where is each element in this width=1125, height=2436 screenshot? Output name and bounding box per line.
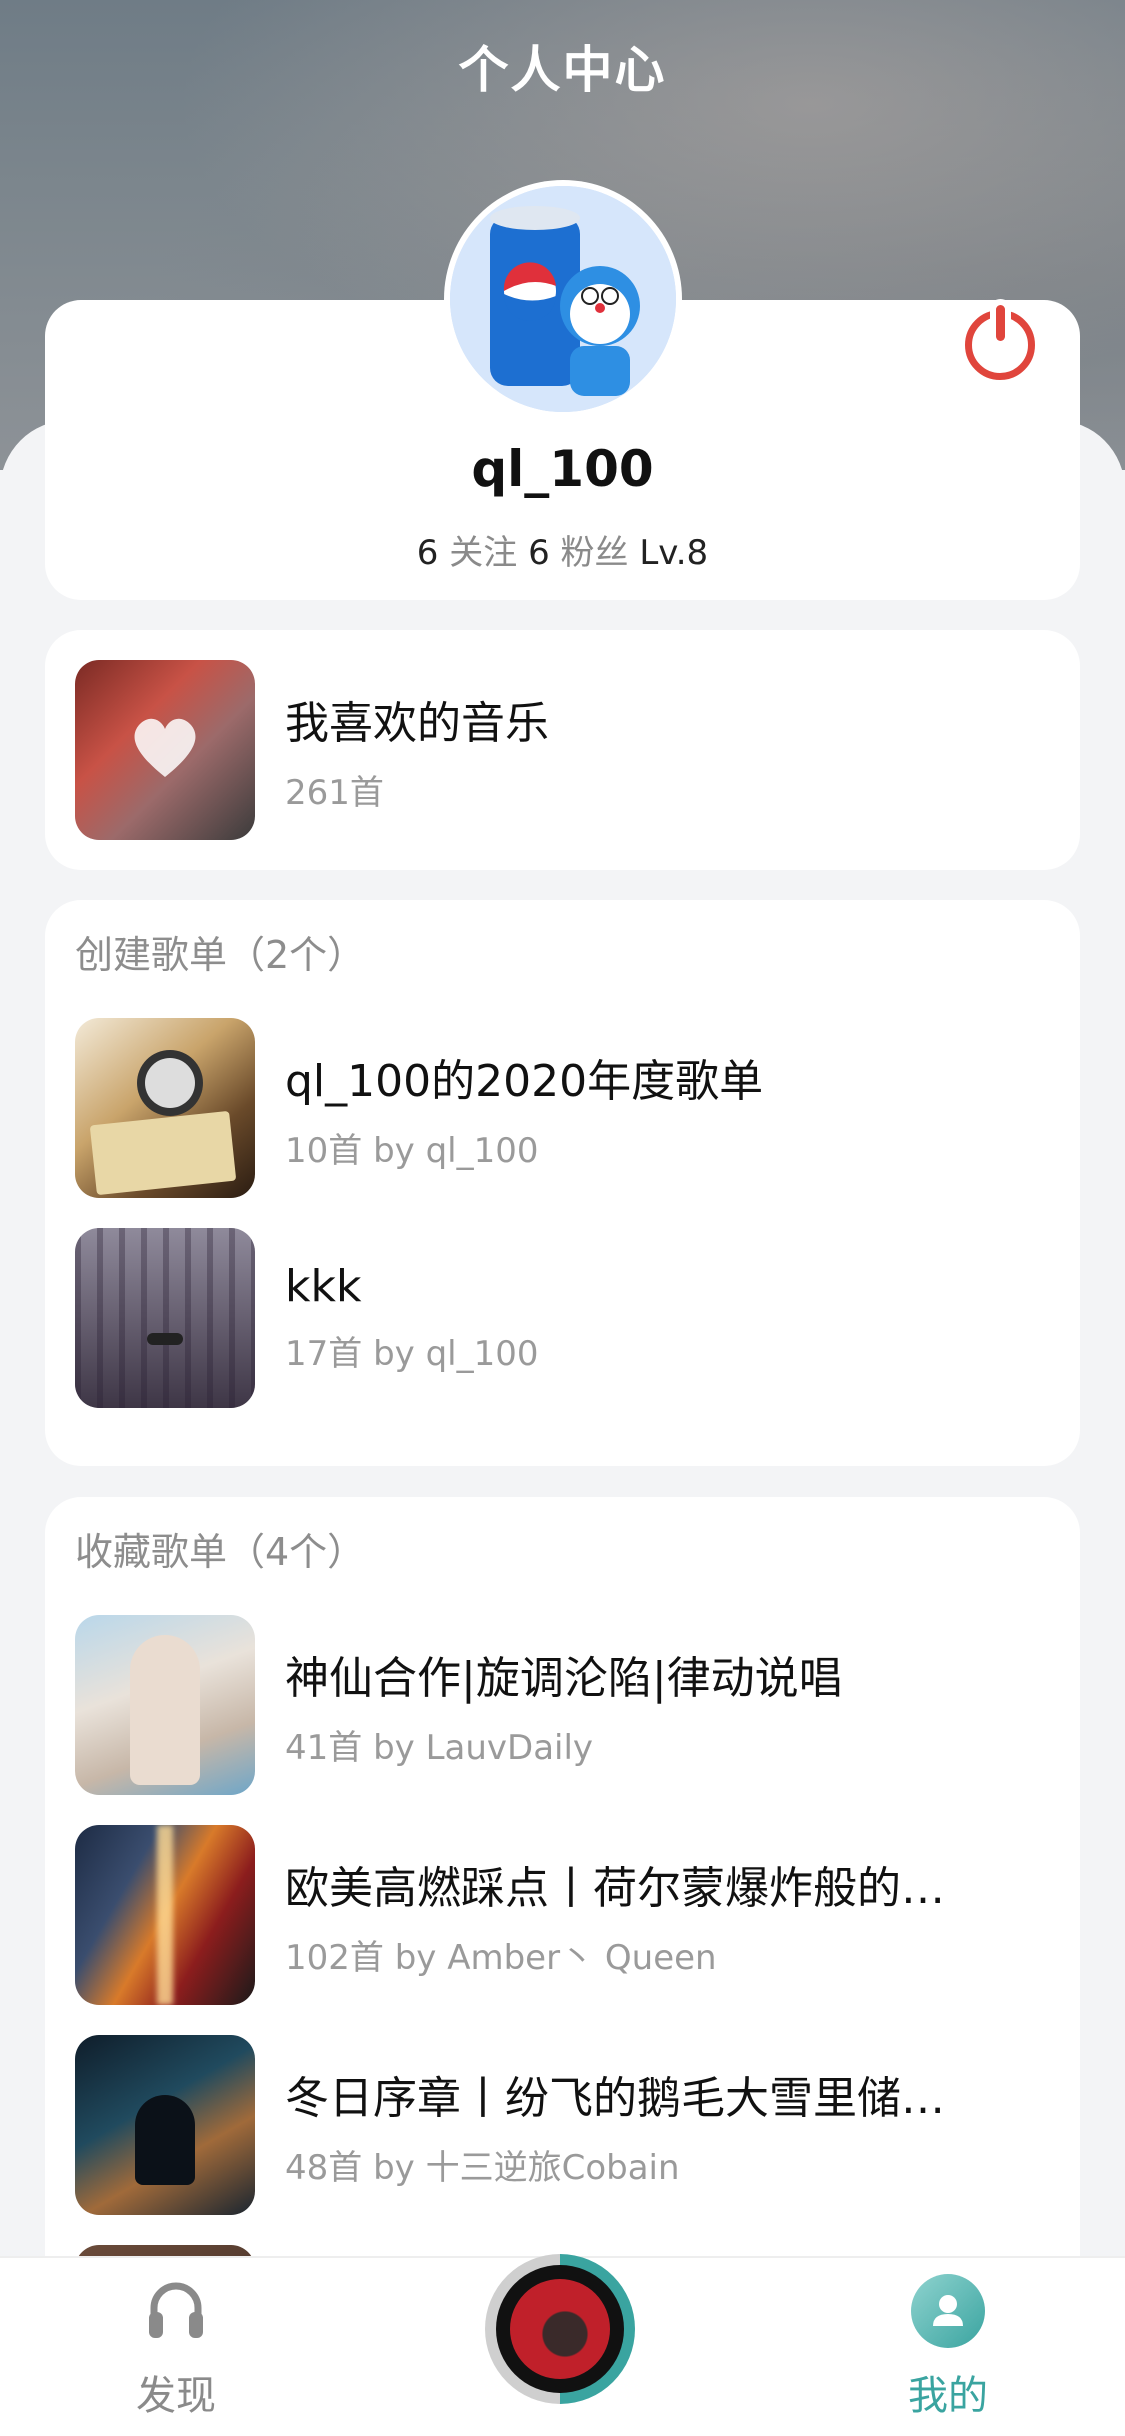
list-item[interactable]: 神仙合作|旋调沦陷|律动说唱 41首 by LauvDaily — [75, 1615, 1055, 1795]
tab-mine-label: 我的 — [908, 2373, 988, 2419]
liked-music-cover — [75, 660, 255, 840]
favorite-playlists-title[interactable]: 收藏歌单（4个） — [75, 1521, 365, 1576]
playlist-title: 神仙合作|旋调沦陷|律动说唱 — [285, 1652, 843, 1704]
playlist-subtitle: 41首 by LauvDaily — [285, 1727, 594, 1768]
playlist-cover — [75, 2035, 255, 2215]
following-count[interactable]: 6 — [417, 533, 439, 573]
user-icon — [911, 2274, 985, 2348]
headphones-icon — [149, 2282, 203, 2338]
list-item[interactable]: kkk 17首 by ql_100 — [75, 1228, 1055, 1408]
created-playlists-card: 创建歌单（2个） ql_100的2020年度歌单 10首 by ql_100 k… — [45, 900, 1080, 1466]
playlist-cover — [75, 1825, 255, 2005]
liked-music-row[interactable]: 我喜欢的音乐 261首 — [75, 660, 1055, 840]
playlist-cover — [75, 1228, 255, 1408]
list-item[interactable]: ql_100的2020年度歌单 10首 by ql_100 — [75, 1018, 1055, 1198]
avatar[interactable] — [444, 180, 682, 418]
username: ql_100 — [471, 440, 654, 498]
page-title: 个人中心 — [458, 41, 667, 99]
tab-mine[interactable]: 我的 — [848, 2258, 1048, 2436]
tab-bar: 发现 我的 — [0, 2254, 1125, 2436]
tab-discover[interactable]: 发现 — [76, 2258, 276, 2436]
profile-stats: 6 关注 6 粉丝 Lv.8 — [45, 525, 1080, 574]
liked-music-count: 261首 — [285, 772, 384, 813]
playlist-subtitle: 10首 by ql_100 — [285, 1130, 539, 1171]
playlist-subtitle: 102首 by Amber丶 Queen — [285, 1937, 717, 1978]
now-playing-cover — [510, 2279, 610, 2379]
created-playlists-title[interactable]: 创建歌单（2个） — [75, 924, 365, 979]
user-level: Lv.8 — [639, 533, 709, 573]
playlist-title: 欧美高燃踩点丨荷尔蒙爆炸般的… — [285, 1862, 945, 1914]
tab-discover-label: 发现 — [136, 2373, 216, 2419]
playlist-subtitle: 17首 by ql_100 — [285, 1334, 539, 1374]
liked-music-card[interactable]: 我喜欢的音乐 261首 — [45, 630, 1080, 870]
heart-icon — [134, 718, 196, 777]
playlist-title: ql_100的2020年度歌单 — [285, 1055, 764, 1107]
power-icon[interactable] — [965, 305, 1035, 380]
avatar-image — [450, 186, 676, 412]
followers-label[interactable]: 粉丝 — [561, 533, 629, 573]
now-playing-disc[interactable] — [485, 2254, 635, 2404]
playlist-cover — [75, 1018, 255, 1198]
playlist-subtitle: 48首 by 十三逆旅Cobain — [285, 2147, 680, 2188]
following-label[interactable]: 关注 — [449, 533, 517, 573]
playlist-title: 冬日序章丨纷飞的鹅毛大雪里储… — [285, 2072, 945, 2124]
list-item[interactable]: 欧美高燃踩点丨荷尔蒙爆炸般的… 102首 by Amber丶 Queen — [75, 1825, 1055, 2005]
list-item[interactable]: 冬日序章丨纷飞的鹅毛大雪里储… 48首 by 十三逆旅Cobain — [75, 2035, 1055, 2215]
playlist-cover — [75, 1615, 255, 1795]
followers-count[interactable]: 6 — [528, 533, 550, 573]
playlist-title: kkk — [285, 1261, 362, 1312]
liked-music-title: 我喜欢的音乐 — [285, 697, 549, 749]
